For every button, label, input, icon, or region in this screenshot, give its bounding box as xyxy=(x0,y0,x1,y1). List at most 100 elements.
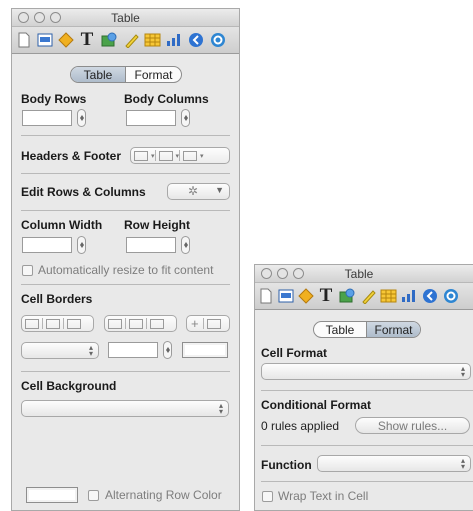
graphic-icon[interactable] xyxy=(297,287,315,305)
tab-format[interactable]: Format xyxy=(366,322,420,337)
inspector-tab-control: Table Format xyxy=(313,321,421,338)
table-icon[interactable] xyxy=(379,287,397,305)
border-bottom-button[interactable] xyxy=(150,318,164,329)
wrap-text-label: Wrap Text in Cell xyxy=(278,489,369,503)
border-style-popup[interactable]: ▴ ▾ xyxy=(21,342,99,359)
row-height-label: Row Height xyxy=(124,218,190,232)
header-rows-button[interactable] xyxy=(134,150,148,161)
separator xyxy=(261,481,473,482)
border-right-button[interactable] xyxy=(67,318,81,329)
alternating-row-color-well[interactable] xyxy=(26,487,78,503)
separator xyxy=(261,445,473,446)
divider xyxy=(179,150,181,161)
metrics-icon[interactable] xyxy=(209,31,227,49)
rules-applied-text: 0 rules applied xyxy=(261,419,340,433)
separator xyxy=(21,371,230,372)
document-icon[interactable] xyxy=(15,31,33,49)
table-inspector-panel: Table T Table Format Body Rows Body Colu… xyxy=(11,8,240,511)
inspector-toolbar: T xyxy=(255,283,473,310)
document-icon[interactable] xyxy=(257,287,275,305)
tab-table[interactable]: Table xyxy=(314,322,366,337)
body-columns-stepper[interactable] xyxy=(181,109,190,127)
cell-format-popup[interactable]: ▴ ▾ xyxy=(261,363,471,380)
wrap-icon[interactable] xyxy=(338,287,356,305)
layout-icon[interactable] xyxy=(36,31,54,49)
column-width-stepper[interactable] xyxy=(77,236,86,254)
border-width-stepper[interactable] xyxy=(163,341,172,359)
outer-borders-control xyxy=(21,315,94,332)
shape-icon[interactable] xyxy=(359,287,377,305)
inspector-tab-control: Table Format xyxy=(70,66,182,83)
border-left-button[interactable] xyxy=(25,318,39,329)
updown-arrows-icon: ▴ ▾ xyxy=(460,364,465,379)
link-icon[interactable] xyxy=(421,287,439,305)
metrics-icon[interactable] xyxy=(442,287,460,305)
divider xyxy=(202,318,204,329)
border-width-input[interactable] xyxy=(108,342,158,358)
updown-arrows-icon: ▴ ▾ xyxy=(88,343,93,358)
text-icon[interactable]: T xyxy=(78,29,96,50)
separator xyxy=(21,135,230,136)
headers-footer-control: ▾ ▾ ▾ xyxy=(130,147,230,164)
headers-footer-label: Headers & Footer xyxy=(21,149,122,163)
wrap-text-checkbox[interactable] xyxy=(262,491,273,502)
border-top-button[interactable] xyxy=(108,318,122,329)
show-rules-button[interactable]: Show rules... xyxy=(355,417,470,434)
horizontal-borders-control xyxy=(104,315,177,332)
border-inner-vertical-button[interactable] xyxy=(46,318,60,329)
body-columns-input[interactable] xyxy=(126,110,176,126)
conditional-format-label: Conditional Format xyxy=(261,398,371,412)
cell-format-label: Cell Format xyxy=(261,346,328,360)
alternating-row-label: Alternating Row Color xyxy=(105,488,222,502)
plus-icon[interactable]: + xyxy=(191,316,199,331)
window-title: Table xyxy=(111,11,140,25)
graphic-icon[interactable] xyxy=(57,31,75,49)
row-height-input[interactable] xyxy=(126,237,176,253)
auto-resize-label: Automatically resize to fit content xyxy=(38,263,214,277)
tab-format[interactable]: Format xyxy=(125,67,181,82)
body-rows-label: Body Rows xyxy=(21,92,87,106)
border-color-well[interactable] xyxy=(182,342,228,358)
divider xyxy=(154,150,156,161)
window-title: Table xyxy=(344,267,374,281)
footer-rows-button[interactable] xyxy=(183,150,198,161)
divider xyxy=(63,318,64,329)
chart-icon[interactable] xyxy=(400,287,418,305)
cell-borders-label: Cell Borders xyxy=(21,292,93,306)
edit-rows-columns-popup[interactable]: ✲ ▼ xyxy=(167,183,230,200)
edit-rows-columns-label: Edit Rows & Columns xyxy=(21,185,146,199)
chevron-down-icon: ▼ xyxy=(215,185,224,195)
text-icon[interactable]: T xyxy=(317,285,335,306)
layout-icon[interactable] xyxy=(277,287,295,305)
link-icon[interactable] xyxy=(187,31,205,49)
header-columns-button[interactable] xyxy=(158,150,173,161)
border-inner-horizontal-button[interactable] xyxy=(129,318,143,329)
separator xyxy=(21,284,230,285)
title-bar: Table xyxy=(255,265,473,283)
divider xyxy=(146,318,147,329)
inspector-toolbar: T xyxy=(12,27,239,54)
shape-icon[interactable] xyxy=(122,31,140,49)
body-rows-input[interactable] xyxy=(22,110,72,126)
alternating-row-checkbox[interactable] xyxy=(88,490,99,501)
auto-resize-checkbox[interactable] xyxy=(22,265,33,276)
separator xyxy=(21,173,230,174)
function-popup[interactable]: ▴ ▾ xyxy=(317,455,471,472)
format-inspector-panel: Table T Table Format Cell Format ▴ ▾ Con… xyxy=(254,264,473,511)
column-width-label: Column Width xyxy=(21,218,103,232)
all-borders-control: + xyxy=(186,315,230,332)
body-rows-stepper[interactable] xyxy=(77,109,86,127)
gear-icon: ✲ xyxy=(188,184,199,198)
cell-background-popup[interactable]: ▴ ▾ xyxy=(21,400,229,417)
cell-background-label: Cell Background xyxy=(21,379,117,393)
row-height-stepper[interactable] xyxy=(181,236,190,254)
updown-arrows-icon: ▴ ▾ xyxy=(218,401,223,416)
wrap-icon[interactable] xyxy=(100,31,118,49)
column-width-input[interactable] xyxy=(22,237,72,253)
title-bar: Table xyxy=(12,9,239,27)
table-icon[interactable] xyxy=(143,31,161,49)
divider xyxy=(42,318,43,329)
tab-table[interactable]: Table xyxy=(71,67,125,82)
chart-icon[interactable] xyxy=(165,31,183,49)
border-all-button[interactable] xyxy=(206,318,221,329)
